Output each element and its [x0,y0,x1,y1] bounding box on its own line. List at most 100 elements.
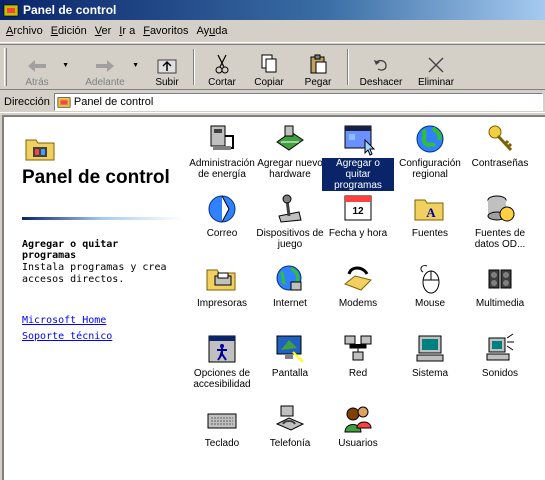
menu-archivo[interactable]: Archivo [6,25,43,37]
clipboard-icon [310,54,327,74]
display-icon [276,335,304,363]
address-label: Dirección [4,95,50,108]
back-button[interactable]: Atrás ▼ [13,46,69,88]
item-label: Red [348,368,368,379]
control-panel-item[interactable]: Agregar nuevo hardware [254,122,326,180]
odbc-icon [487,195,515,222]
item-label: Sistema [411,368,449,379]
item-label: Multimedia [475,298,525,309]
support-link[interactable]: Soporte técnico [22,331,112,342]
undo-label: Deshacer [359,77,403,88]
item-label: Telefonía [269,438,311,449]
control-panel-item[interactable]: A Fuentes [394,192,466,239]
item-label: Correo [206,228,238,239]
control-panel-folder-icon [25,139,55,161]
cut-button[interactable]: Cortar [199,46,245,88]
control-panel-item[interactable]: Contraseñas [464,122,536,169]
printer-folder-icon [206,269,236,291]
control-panel-item[interactable]: Multimedia [464,262,536,309]
control-panel-item[interactable]: Opciones de accesibilidad [186,332,258,390]
undo-button[interactable]: Deshacer [353,46,409,88]
network-icon [344,335,372,361]
delete-label: Eliminar [417,77,455,88]
title-rule [22,217,182,220]
telephony-icon [275,405,305,431]
scissors-icon [215,54,229,74]
control-panel-window: Panel de control Archivo Edición Ver Ir … [0,0,545,480]
control-panel-item[interactable]: Configuración regional [394,122,466,180]
control-panel-item[interactable]: Telefonía [254,402,326,449]
pane-title: Panel de control [22,167,170,188]
control-panel-item[interactable]: 12 Fecha y hora [322,192,394,239]
control-panel-item[interactable]: Agregar o quitar programas [322,122,394,191]
users-icon [344,406,372,433]
control-panel-icon [3,4,19,17]
item-label: Modems [338,298,378,309]
control-panel-item[interactable]: Pantalla [254,332,326,379]
calendar-clock-icon: 12 [344,195,372,221]
power-management-icon [210,125,234,150]
toolbar: Atrás ▼ Adelante ▼ Subir Cortar Copiar P… [0,44,545,90]
item-label: Administración de energía [189,158,255,180]
joystick-icon [278,194,302,223]
item-label: Impresoras [196,298,247,309]
item-label: Contraseñas [471,158,529,169]
toolbar-grip[interactable] [4,48,7,86]
accessibility-icon [208,335,236,363]
menu-edicion[interactable]: Edición [51,25,87,37]
control-panel-item[interactable]: Modems [322,262,394,309]
control-panel-item[interactable]: Sistema [394,332,466,379]
control-panel-item[interactable]: Sonidos [464,332,536,379]
control-panel-item[interactable]: Red [322,332,394,379]
back-arrow-icon [28,60,46,72]
keys-icon [488,125,513,152]
item-label: Opciones de accesibilidad [193,368,251,390]
menu-bar: Archivo Edición Ver Ir a Favoritos Ayuda [0,20,545,43]
control-panel-item[interactable]: Fuentes de datos OD... [464,192,536,250]
internet-icon [276,265,302,291]
menu-ver[interactable]: Ver [95,25,112,37]
add-hardware-icon [276,125,304,151]
control-panel-item[interactable]: Administración de energía [186,122,258,180]
paste-button[interactable]: Pegar [293,46,343,88]
svg-text:12: 12 [352,206,364,217]
up-button[interactable]: Subir [145,46,189,88]
modem-icon [344,266,372,291]
content-area: Panel de control Agregar o quitar progra… [2,115,545,480]
control-panel-item[interactable]: Mouse [394,262,466,309]
delete-button[interactable]: Eliminar [409,46,463,88]
menu-favoritos[interactable]: Favoritos [143,25,188,37]
forward-button[interactable]: Adelante ▼ [79,46,139,88]
keyboard-icon [207,413,237,429]
control-panel-item[interactable]: Teclado [186,402,258,449]
item-label: Usuarios [338,438,378,449]
item-label: Fuentes de datos OD... [474,228,526,250]
item-label: Agregar o quitar programas [322,158,394,191]
chevron-down-icon[interactable]: ▼ [132,62,139,69]
microsoft-home-link[interactable]: Microsoft Home [22,315,106,326]
item-label: Agregar nuevo hardware [257,158,323,180]
menu-ayuda[interactable]: Ayuda [196,25,227,37]
forward-label: Adelante [85,77,125,88]
item-label: Fecha y hora [328,228,388,239]
address-value: Panel de control [73,95,154,108]
copy-label: Copiar [254,77,284,88]
cut-label: Cortar [208,77,236,88]
undo-icon [374,59,387,71]
fonts-folder-icon: A [414,199,444,221]
control-panel-item[interactable]: Usuarios [322,402,394,449]
control-panel-item[interactable]: Correo [186,192,258,239]
delete-x-icon [428,57,444,73]
selected-item-title: Agregar o quitar programas [22,239,119,261]
item-label: Sonidos [481,368,519,379]
copy-button[interactable]: Copiar [245,46,293,88]
control-panel-item[interactable]: Internet [254,262,326,309]
address-field[interactable]: Panel de control [53,92,543,111]
menu-ir-a[interactable]: Ir a [119,25,135,37]
control-panel-item[interactable]: Impresoras [186,262,258,309]
system-computer-icon [416,335,444,362]
chevron-down-icon[interactable]: ▼ [62,62,69,69]
title-bar[interactable]: Panel de control [0,0,545,20]
control-panel-item[interactable]: Dispositivos de juego [254,192,326,250]
up-folder-icon [157,59,177,74]
